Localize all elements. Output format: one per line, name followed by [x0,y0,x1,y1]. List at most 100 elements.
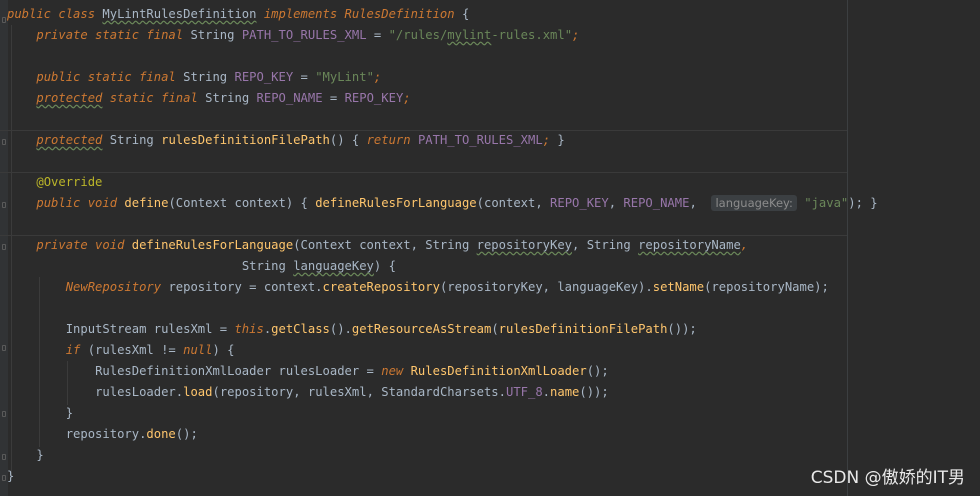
code-token: (repositoryKey, languageKey). [439,280,653,294]
code-token: (repositoryName); [704,280,829,294]
code-token: REPO_KEY [550,196,609,210]
code-line[interactable]: InputStream rulesXml = this.getClass().g… [7,319,697,340]
code-token: (); [175,427,198,441]
code-line[interactable]: } [7,445,44,466]
code-token: String [241,259,294,273]
code-token: repository. [65,427,147,441]
code-line[interactable]: if (rulesXml != null) { [7,340,235,361]
fold-marker[interactable] [2,454,6,460]
code-line[interactable]: public class MyLintRulesDefinition imple… [7,4,469,25]
method-separator [0,172,847,173]
fold-marker[interactable] [2,244,6,250]
code-token: , [689,196,712,210]
code-line[interactable]: } [7,466,14,487]
code-token: String [183,70,235,84]
code-token: REPO_NAME [623,196,690,210]
code-token: (); [586,364,609,378]
code-token: (context, [476,196,551,210]
code-token: repository = context. [168,280,323,294]
fold-marker[interactable] [2,411,6,417]
code-line[interactable]: public void define(Context context) { de… [7,193,878,214]
code-token: (Context context, String [293,238,477,252]
code-token: RulesDefinitionXmlLoader rulesLoader = [95,364,382,378]
fold-marker[interactable] [2,202,6,208]
code-token: static final [102,91,206,105]
code-token: private void [36,238,132,252]
code-token: NewRepository [65,280,169,294]
code-token: return [366,133,418,147]
code-token: ) { [212,343,235,357]
code-token: ); } [848,196,878,210]
code-token: } [65,406,74,420]
code-editor[interactable]: public class MyLintRulesDefinition imple… [0,0,980,496]
code-token: ; [403,91,411,105]
code-line[interactable]: } [7,403,73,424]
code-line[interactable]: String languageKey) { [7,256,396,277]
code-line[interactable]: NewRepository repository = context.creat… [7,277,829,298]
code-line[interactable]: protected String rulesDefinitionFilePath… [7,130,564,151]
code-token: defineRulesForLanguage [315,196,477,210]
code-token: UTF_8 [505,385,543,399]
code-token: repositoryName [638,238,741,252]
code-token: InputStream rulesXml = [65,322,235,336]
code-token: name [550,385,580,399]
code-token: , String [572,238,639,252]
code-token: languageKey [293,259,374,273]
code-token: define [124,196,169,210]
code-line[interactable]: private void defineRulesForLanguage(Cont… [7,235,748,256]
code-token: rulesDefinitionFilePath [161,133,330,147]
code-token: (repository, rulesXml, StandardCharsets. [212,385,506,399]
code-token: -rules.xml" [491,28,573,42]
code-token: RulesDefinitionXmlLoader [410,364,587,378]
code-line[interactable]: private static final String PATH_TO_RULE… [7,25,579,46]
code-token: "java" [804,196,849,210]
code-token: String [205,91,257,105]
code-token: () { [329,133,367,147]
code-token: defineRulesForLanguage [131,238,294,252]
code-token: implements [256,7,345,21]
code-token: ; [572,28,580,42]
code-token: (). [329,322,352,336]
code-token: new [381,364,411,378]
code-token: String [102,133,162,147]
code-token: public void [36,196,125,210]
code-line[interactable]: public static final String REPO_KEY = "M… [7,67,381,88]
code-token: String [190,28,242,42]
code-token: , [608,196,624,210]
code-line[interactable]: RulesDefinitionXmlLoader rulesLoader = n… [7,361,609,382]
code-token: mylint [447,28,492,42]
code-token: REPO_KEY [344,91,404,105]
code-token: } [36,448,44,462]
code-token: setName [652,280,705,294]
code-token: protected [36,133,103,147]
code-line[interactable]: protected static final String REPO_NAME … [7,88,411,109]
code-line[interactable]: rulesLoader.load(repository, rulesXml, S… [7,382,609,403]
fold-marker[interactable] [2,345,6,351]
code-token: ; [542,133,558,147]
fold-marker[interactable] [2,139,6,145]
code-line[interactable]: repository.done(); [7,424,198,445]
fold-marker[interactable] [2,17,6,23]
code-token: MyLintRulesDefinition [102,7,257,21]
code-token: PATH_TO_RULES_XML [241,28,367,42]
code-token: , [740,238,749,252]
code-token: "MyLint" [315,70,374,84]
code-token: private static final [36,28,191,42]
code-line[interactable]: @Override [7,172,102,193]
code-token: getResourceAsStream [351,322,492,336]
code-token: = [366,28,389,42]
fold-marker[interactable] [2,475,6,481]
code-token: this [234,322,264,336]
code-token: if [65,343,88,357]
